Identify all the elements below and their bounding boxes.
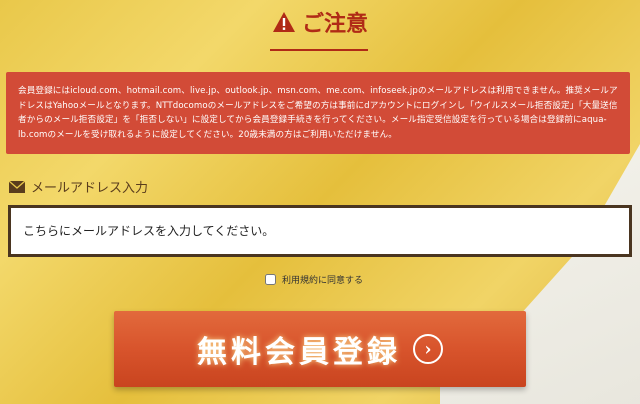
notice-box: 会員登録にはicloud.com、hotmail.com、live.jp、out… [6,72,630,154]
title-underline [270,49,368,51]
email-input[interactable] [8,205,632,257]
email-label: メールアドレス入力 [9,177,148,196]
terms-agree[interactable]: 利用規約に同意する [265,273,363,286]
terms-checkbox[interactable] [265,274,276,285]
terms-label: 利用規約に同意する [282,276,364,286]
envelope-icon [9,180,25,193]
free-register-button[interactable]: 無料会員登録 › [114,311,526,387]
email-label-text: メールアドレス入力 [31,181,149,196]
warning-icon [272,12,295,32]
notice-text: 会員登録にはicloud.com、hotmail.com、live.jp、out… [18,86,618,140]
arrow-right-circle-icon: › [413,334,443,364]
notice-title: ご注意 [0,6,640,38]
register-button-label: 無料会員登録 [197,335,401,370]
notice-title-text: ご注意 [301,11,368,37]
